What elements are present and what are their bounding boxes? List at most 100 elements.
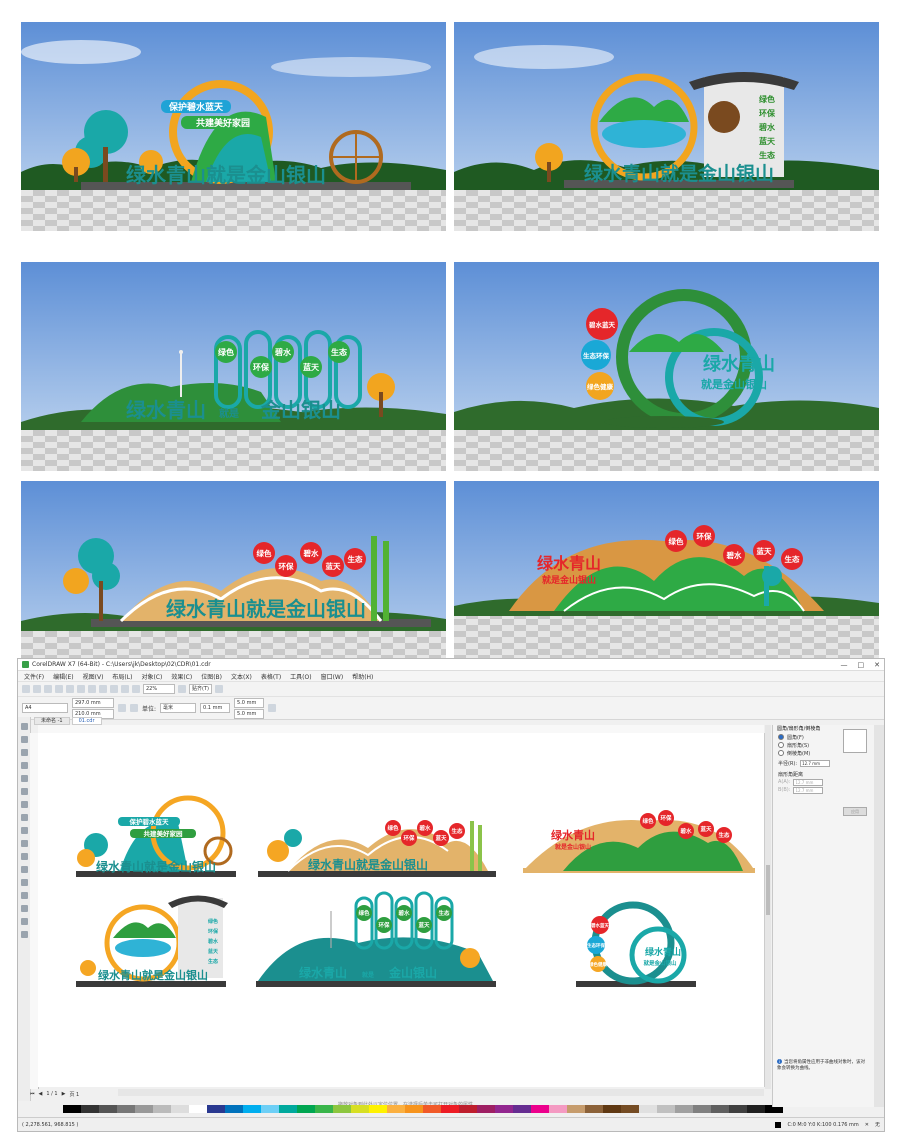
menu-help[interactable]: 帮助(H) [352,672,373,681]
vertical-scrollbar[interactable] [765,725,771,1089]
landscape-icon[interactable] [130,704,138,712]
menu-tools[interactable]: 工具(O) [290,672,311,681]
zoom-tool-icon[interactable] [20,762,28,769]
page-tab[interactable]: 页 1 [69,1091,79,1098]
thumb-5[interactable]: 绿色 环保 碧水 蓝天 生态 绿水青山 就是 金山银山 [256,891,496,987]
polygon-tool-icon[interactable] [20,827,28,834]
r2-side-4: 蓝天 [759,136,776,146]
thumb4-side-2: 环保 [208,928,219,935]
menu-edit[interactable]: 编辑(E) [53,672,73,681]
r6-subtitle: 就是金山银山 [542,574,596,586]
rectangle-tool-icon[interactable] [20,801,28,808]
radius-input[interactable]: 12.7 mm [800,759,831,767]
menu-effects[interactable]: 效果(C) [171,672,192,681]
menu-view[interactable]: 视图(V) [83,672,104,681]
artistic-media-tool-icon[interactable] [20,788,28,795]
connector-tool-icon[interactable] [20,866,28,873]
ellipse-tool-icon[interactable] [20,814,28,821]
shape-tool-icon[interactable] [20,736,28,743]
duplicate-y-input[interactable]: 5.0 mm [234,708,265,719]
save-icon[interactable] [44,685,52,693]
transparency-tool-icon[interactable] [20,892,28,899]
menu-window[interactable]: 窗口(W) [321,672,344,681]
print-icon[interactable] [55,685,63,693]
duplicate-x-input[interactable]: 5.0 mm [234,697,265,708]
page-width-input[interactable]: 297.0 mm [72,697,114,708]
fill-indicator-icon[interactable] [775,1121,782,1128]
thumb3-circle-3: 碧水 [679,827,692,835]
horizontal-scrollbar[interactable] [118,1089,764,1096]
options-gear-icon[interactable] [214,685,223,693]
new-icon[interactable] [22,685,30,693]
r3-circle-2: 环保 [253,362,270,372]
thumb-2[interactable]: 绿色 环保 碧水 蓝天 生态 绿水青山就是金山银山 [258,820,496,877]
prev-page-icon[interactable]: ◀ [39,1091,43,1097]
redo-icon[interactable] [110,685,118,693]
thumb2-circle-2: 环保 [403,834,415,842]
thumb3-circle-1: 绿色 [642,817,654,825]
menu-file[interactable]: 文件(F) [24,672,44,681]
eyedropper-tool-icon[interactable] [20,905,28,912]
drop-shadow-tool-icon[interactable] [20,879,28,886]
drawing-canvas[interactable]: 保护碧水蓝天 共建美好家园 绿水青山就是金山银山 绿色 环保 碧水 蓝天 生态 [38,733,765,1087]
pick-tool-icon[interactable] [20,723,28,730]
snap-to-dropdown[interactable]: 贴齐(T) [189,684,212,694]
docker-side-tabs[interactable] [874,725,884,1107]
full-screen-icon[interactable] [178,685,186,693]
cut-icon[interactable] [66,685,74,693]
coreldraw-logo-icon [22,661,29,668]
zoom-level-select[interactable]: 22% [143,684,175,694]
interactive-fill-tool-icon[interactable] [20,918,28,925]
r2-side-1: 绿色 [759,94,775,104]
thumb-3[interactable]: 绿水青山 就是金山银山 绿色 环保 碧水 蓝天 生态 [523,810,755,873]
units-select[interactable]: 毫米 [160,703,197,713]
undo-icon[interactable] [99,685,107,693]
thumb-1[interactable]: 保护碧水蓝天 共建美好家园 绿水青山就是金山银山 [76,795,236,877]
thumb-4[interactable]: 绿色 环保 碧水 蓝天 生态 绿水青山就是金山银山 [76,895,228,988]
import-icon[interactable] [121,685,129,693]
apply-button[interactable]: 应用 [843,807,867,816]
thumb2-circle-3: 碧水 [418,824,431,832]
vertical-scroll-thumb[interactable] [766,865,770,915]
menu-text[interactable]: 文本(X) [231,672,252,681]
open-icon[interactable] [33,685,41,693]
title-bar: CorelDRAW X7 (64-Bit) - C:\Users\jk\Desk… [18,659,884,671]
minimize-button[interactable]: — [841,661,848,669]
tab-01-cdr[interactable]: 01.cdr [71,717,102,725]
document-tabs: 未命名 -1 01.cdr [34,717,102,725]
portrait-icon[interactable] [118,704,126,712]
chamfer-radio[interactable] [778,750,784,756]
thumb4-side-5: 生态 [208,958,218,965]
next-page-icon[interactable]: ▶ [62,1091,66,1097]
no-fill-icon[interactable]: ✕ [865,1122,869,1128]
thumb5-main-mid: 就是 [362,971,375,979]
scallop-radio[interactable] [778,742,784,748]
thumb-6[interactable]: 碧水蓝天 生态环保 绿色健康 绿水青山 就是金山银山 [576,901,696,987]
maximize-button[interactable]: □ [858,661,865,669]
fillet-radio[interactable] [778,734,784,740]
menu-table[interactable]: 表格(T) [261,672,281,681]
a-input[interactable]: 12.7 mm [793,778,824,786]
r5-circle-5: 生态 [348,554,363,564]
menu-bitmaps[interactable]: 位图(B) [201,672,222,681]
color-palette[interactable] [63,1105,783,1113]
text-tool-icon[interactable] [20,840,28,847]
b-input[interactable]: 12.7 mm [793,786,824,794]
crop-tool-icon[interactable] [20,749,28,756]
nudge-input[interactable]: 0.1 mm [200,703,231,713]
r5-circle-2: 环保 [279,561,294,571]
parallel-dimension-tool-icon[interactable] [20,853,28,860]
freehand-tool-icon[interactable] [20,775,28,782]
add-preset-icon[interactable] [268,704,277,712]
export-icon[interactable] [132,685,140,693]
first-page-icon[interactable]: ⏮ [30,1091,35,1097]
close-button[interactable]: ✕ [874,661,880,669]
page-size-select[interactable]: A4 [22,703,68,713]
docker-info: i 当您将角属性应用于非曲线对象时，该对象会转换为曲线。 [777,1059,869,1072]
menu-object[interactable]: 对象(C) [141,672,162,681]
paste-icon[interactable] [88,685,96,693]
copy-icon[interactable] [77,685,85,693]
smart-fill-tool-icon[interactable] [20,931,28,938]
menu-layout[interactable]: 布局(L) [112,672,132,681]
tab-untitled[interactable]: 未命名 -1 [34,717,70,725]
